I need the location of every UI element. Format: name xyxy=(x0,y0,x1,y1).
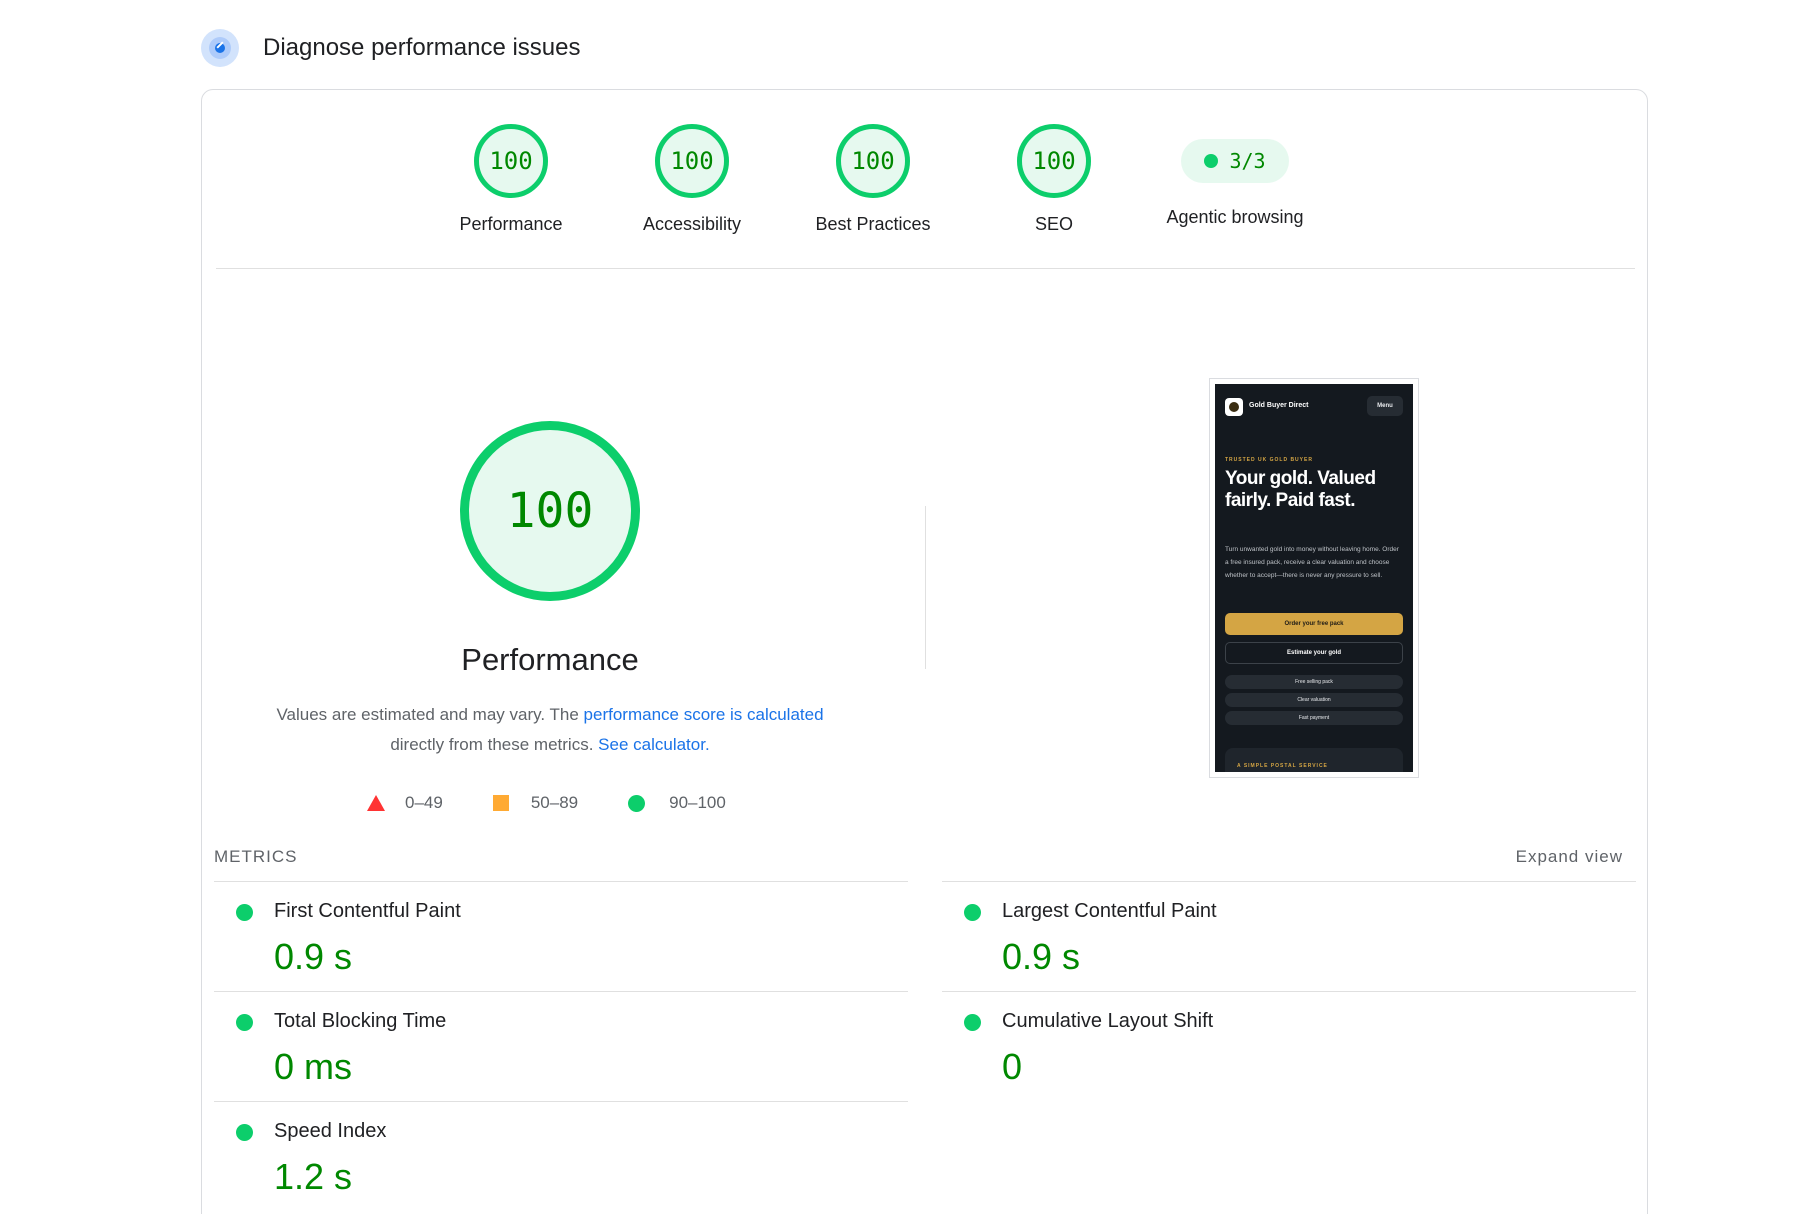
diagnose-icon xyxy=(201,29,239,67)
pass-dot-icon xyxy=(236,1014,253,1031)
legend-label: 90–100 xyxy=(669,793,726,812)
see-calculator-link[interactable]: See calculator. xyxy=(598,735,710,754)
metric-first-contentful-paint: First Contentful Paint 0.9 s xyxy=(214,881,908,991)
legend-label: 50–89 xyxy=(530,793,579,812)
gauge-ring: 100 xyxy=(474,124,548,198)
fail-triangle-icon xyxy=(367,795,385,811)
expand-view-button[interactable]: Expand view xyxy=(1516,847,1623,867)
gauge-accessibility[interactable]: 100 Accessibility xyxy=(602,124,782,235)
performance-title: Performance xyxy=(461,642,639,677)
brand-logo-icon xyxy=(1225,398,1243,416)
screenshot-menu: Menu xyxy=(1367,396,1403,416)
performance-score: 100 xyxy=(506,483,594,539)
desc-text: directly from these metrics. xyxy=(390,735,599,754)
pass-circle-icon xyxy=(628,794,646,812)
legend-fail: 0–49 xyxy=(367,793,443,813)
gauge-label: Accessibility xyxy=(642,214,742,234)
metric-largest-contentful-paint: Largest Contentful Paint 0.9 s xyxy=(942,881,1636,991)
screenshot-chip: Clear valuation xyxy=(1225,693,1403,707)
gauge-label: Agentic browsing xyxy=(1166,207,1304,227)
metric-speed-index: Speed Index 1.2 s xyxy=(214,1101,908,1211)
metric-title: Largest Contentful Paint xyxy=(1002,900,1217,922)
gauge-ring: 100 xyxy=(655,124,729,198)
gauge-performance[interactable]: 100 Performance xyxy=(421,124,601,235)
legend-label: 0–49 xyxy=(405,793,443,812)
gauge-score: 100 xyxy=(1032,147,1076,175)
screenshot-eyebrow: TRUSTED UK GOLD BUYER xyxy=(1225,457,1313,463)
divider xyxy=(216,268,1635,269)
gauge-agentic-browsing[interactable]: 3/3 Agentic browsing xyxy=(1145,124,1325,228)
metric-value: 0.9 s xyxy=(1002,936,1081,977)
category-gauges: 100 Performance 100 Accessibility 100 Be… xyxy=(202,90,1647,270)
pass-dot-icon xyxy=(236,904,253,921)
metric-value: 0 ms xyxy=(274,1046,353,1087)
metrics-heading: METRICS xyxy=(214,847,298,866)
metric-cumulative-layout-shift: Cumulative Layout Shift 0 xyxy=(942,991,1636,1101)
gauge-label: Performance xyxy=(459,214,563,234)
agentic-pill: 3/3 xyxy=(1181,139,1289,183)
metric-value: 0.9 s xyxy=(274,936,353,977)
gauge-best-practices[interactable]: 100 Best Practices xyxy=(783,124,963,235)
metric-total-blocking-time: Total Blocking Time 0 ms xyxy=(214,991,908,1101)
desc-text: Values are estimated and may vary. The xyxy=(276,705,584,724)
gauge-label: SEO xyxy=(1034,214,1073,234)
metric-title: Speed Index xyxy=(274,1120,387,1142)
pass-dot-icon xyxy=(236,1124,253,1141)
score-calculated-link[interactable]: performance score is calculated xyxy=(584,705,824,724)
average-square-icon xyxy=(492,795,509,811)
pass-dot-icon xyxy=(964,1014,981,1031)
score-legend: 0–49 50–89 90–100 xyxy=(367,792,776,814)
legend-average: 50–89 xyxy=(492,793,579,813)
screenshot-chip: Fast payment xyxy=(1225,711,1403,725)
metric-title: Cumulative Layout Shift xyxy=(1002,1010,1214,1032)
screenshot-secondary-button: Estimate your gold xyxy=(1225,642,1403,664)
page-screenshot: Gold Buyer Direct Menu TRUSTED UK GOLD B… xyxy=(1215,384,1413,772)
gauge-ring: 100 xyxy=(836,124,910,198)
performance-description: Values are estimated and may vary. The p… xyxy=(250,700,850,760)
metric-value: 0 xyxy=(1002,1046,1023,1087)
screenshot-section-label: A SIMPLE POSTAL SERVICE xyxy=(1237,763,1328,769)
gauge-ring: 100 xyxy=(1017,124,1091,198)
gauge-score: 100 xyxy=(851,147,895,175)
metric-value: 1.2 s xyxy=(274,1156,353,1197)
gauge-score: 100 xyxy=(489,147,533,175)
section-header: Diagnose performance issues xyxy=(201,28,581,68)
gauge-seo[interactable]: 100 SEO xyxy=(964,124,1144,235)
screenshot-brand: Gold Buyer Direct xyxy=(1249,402,1309,409)
gauge-score: 100 xyxy=(670,147,714,175)
metric-title: First Contentful Paint xyxy=(274,900,461,922)
vertical-divider xyxy=(925,506,926,669)
report-card: 100 Performance 100 Accessibility 100 Be… xyxy=(201,89,1648,1214)
performance-gauge: 100 xyxy=(460,421,640,601)
section-title: Diagnose performance issues xyxy=(263,34,581,61)
screenshot-primary-button: Order your free pack xyxy=(1225,613,1403,635)
agentic-score: 3/3 xyxy=(1229,149,1266,173)
screenshot-heading: Your gold. Valued fairly. Paid fast. xyxy=(1225,468,1376,511)
pass-dot-icon xyxy=(964,904,981,921)
metric-title: Total Blocking Time xyxy=(274,1010,447,1032)
screenshot-chip: Free selling pack xyxy=(1225,675,1403,689)
legend-pass: 90–100 xyxy=(628,793,726,813)
pass-dot-icon xyxy=(1204,154,1219,168)
gauge-label: Best Practices xyxy=(815,214,931,234)
final-screenshot[interactable]: Gold Buyer Direct Menu TRUSTED UK GOLD B… xyxy=(1209,378,1419,778)
screenshot-body: Turn unwanted gold into money without le… xyxy=(1225,546,1399,579)
